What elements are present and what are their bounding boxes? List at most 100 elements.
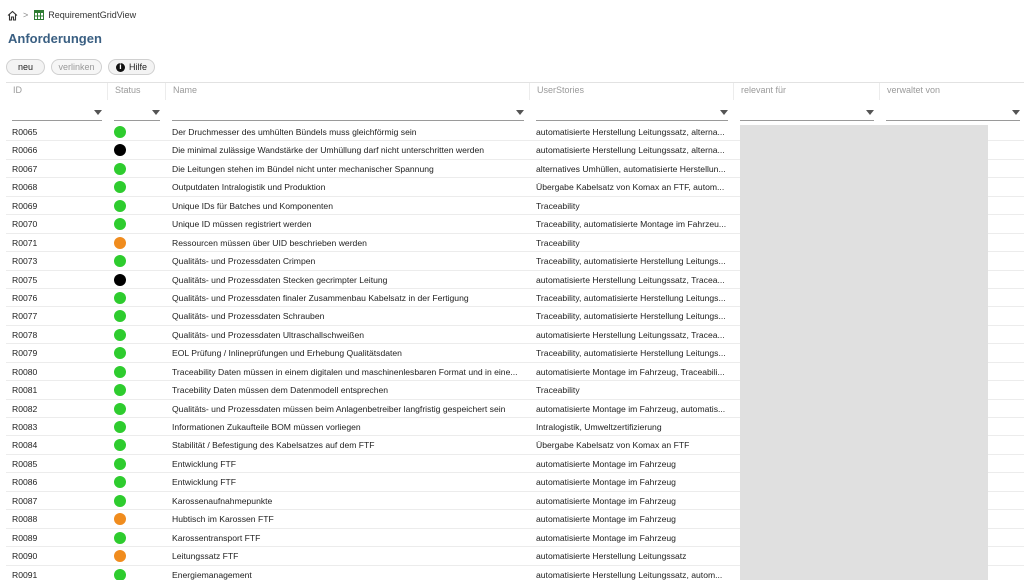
- info-icon: i: [116, 63, 125, 72]
- column-header-status[interactable]: Status: [108, 83, 166, 100]
- breadcrumb: > RequirementGridView: [7, 8, 136, 22]
- filter-id[interactable]: [12, 104, 102, 121]
- cell-userstories: Traceability: [536, 234, 730, 252]
- cell-id: R0069: [12, 197, 102, 215]
- cell-name: Entwicklung FTF: [172, 473, 524, 491]
- cell-id: R0083: [12, 418, 102, 436]
- status-dot-icon: [114, 513, 126, 525]
- cell-name: Die Leitungen stehen im Bündel nicht unt…: [172, 160, 524, 178]
- cell-name: Traceability Daten müssen in einem digit…: [172, 363, 524, 381]
- page-title: Anforderungen: [8, 31, 102, 46]
- cell-id: R0078: [12, 326, 102, 344]
- cell-id: R0073: [12, 252, 102, 270]
- requirements-grid: ID Status Name UserStories relevant für …: [6, 82, 1024, 580]
- status-dot-icon: [114, 237, 126, 249]
- cell-id: R0075: [12, 271, 102, 289]
- cell-name: Der Druchmesser des umhülten Bündels mus…: [172, 123, 524, 141]
- cell-id: R0087: [12, 492, 102, 510]
- cell-userstories: automatisierte Montage im Fahrzeug: [536, 492, 730, 510]
- help-button-label: Hilfe: [129, 62, 147, 72]
- cell-name: Unique ID müssen registriert werden: [172, 215, 524, 233]
- cell-name: Stabilität / Befestigung des Kabelsatzes…: [172, 436, 524, 454]
- cell-userstories: automatisierte Herstellung Leitungssatz: [536, 547, 730, 565]
- cell-name: Hubtisch im Karossen FTF: [172, 510, 524, 528]
- cell-id: R0066: [12, 141, 102, 159]
- toolbar: neu verlinken i Hilfe: [6, 59, 155, 75]
- cell-userstories: automatisierte Montage im Fahrzeug, Trac…: [536, 363, 730, 381]
- status-dot-icon: [114, 200, 126, 212]
- cell-userstories: automatisierte Herstellung Leitungssatz,…: [536, 326, 730, 344]
- cell-name: Energiemanagement: [172, 566, 524, 580]
- cell-userstories: automatisierte Montage im Fahrzeug: [536, 473, 730, 491]
- breadcrumb-separator: >: [23, 10, 28, 20]
- column-header-id[interactable]: ID: [6, 83, 108, 100]
- cell-id: R0079: [12, 344, 102, 362]
- cell-userstories: automatisierte Montage im Fahrzeug, auto…: [536, 400, 730, 418]
- status-dot-icon: [114, 403, 126, 415]
- cell-userstories: Traceability, automatisierte Montage im …: [536, 215, 730, 233]
- cell-userstories: Traceability, automatisierte Herstellung…: [536, 289, 730, 307]
- filter-verwaltet-von[interactable]: [886, 104, 1020, 121]
- cell-id: R0084: [12, 436, 102, 454]
- filter-status[interactable]: [114, 104, 160, 121]
- cell-name: Die minimal zulässige Wandstärke der Umh…: [172, 141, 524, 159]
- status-dot-icon: [114, 218, 126, 230]
- cell-name: Qualitäts- und Prozessdaten Crimpen: [172, 252, 524, 270]
- cell-userstories: Traceability, automatisierte Herstellung…: [536, 252, 730, 270]
- filter-name[interactable]: [172, 104, 524, 121]
- cell-userstories: automatisierte Montage im Fahrzeug: [536, 529, 730, 547]
- cell-name: Qualitäts- und Prozessdaten finaler Zusa…: [172, 289, 524, 307]
- dropdown-arrow-icon[interactable]: [516, 110, 524, 115]
- cell-userstories: automatisierte Montage im Fahrzeug: [536, 455, 730, 473]
- status-dot-icon: [114, 310, 126, 322]
- cell-name: Outputdaten Intralogistik und Produktion: [172, 178, 524, 196]
- cell-name: Qualitäts- und Prozessdaten Schrauben: [172, 307, 524, 325]
- cell-name: Karossenaufnahmepunkte: [172, 492, 524, 510]
- cell-userstories: Intralogistik, Umweltzertifizierung: [536, 418, 730, 436]
- cell-userstories: Traceability: [536, 381, 730, 399]
- new-button-label: neu: [18, 62, 33, 72]
- cell-id: R0091: [12, 566, 102, 580]
- link-button-label: verlinken: [58, 62, 94, 72]
- dropdown-arrow-icon[interactable]: [720, 110, 728, 115]
- cell-id: R0090: [12, 547, 102, 565]
- dropdown-arrow-icon[interactable]: [94, 110, 102, 115]
- status-dot-icon: [114, 421, 126, 433]
- cell-name: Leitungssatz FTF: [172, 547, 524, 565]
- column-header-relevant-fuer[interactable]: relevant für: [734, 83, 880, 100]
- column-header-userstories[interactable]: UserStories: [530, 83, 734, 100]
- cell-name: Informationen Zukaufteile BOM müssen vor…: [172, 418, 524, 436]
- cell-id: R0089: [12, 529, 102, 547]
- cell-userstories: automatisierte Herstellung Leitungssatz,…: [536, 566, 730, 580]
- cell-name: EOL Prüfung / Inlineprüfungen und Erhebu…: [172, 344, 524, 362]
- cell-userstories: automatisierte Herstellung Leitungssatz,…: [536, 141, 730, 159]
- column-header-verwaltet-von[interactable]: verwaltet von: [880, 83, 1024, 100]
- filter-relevant-fuer[interactable]: [740, 104, 874, 121]
- cell-id: R0077: [12, 307, 102, 325]
- cell-id: R0085: [12, 455, 102, 473]
- relevant-column-placeholder: [740, 125, 988, 580]
- dropdown-arrow-icon[interactable]: [152, 110, 160, 115]
- help-button[interactable]: i Hilfe: [108, 59, 155, 75]
- link-button[interactable]: verlinken: [51, 59, 102, 75]
- status-dot-icon: [114, 550, 126, 562]
- status-dot-icon: [114, 292, 126, 304]
- status-dot-icon: [114, 458, 126, 470]
- new-button[interactable]: neu: [6, 59, 45, 75]
- cell-userstories: Übergabe Kabelsatz von Komax an FTF: [536, 436, 730, 454]
- dropdown-arrow-icon[interactable]: [1012, 110, 1020, 115]
- home-icon[interactable]: [7, 10, 18, 21]
- cell-userstories: alternatives Umhüllen, automatisierte He…: [536, 160, 730, 178]
- status-dot-icon: [114, 329, 126, 341]
- cell-id: R0082: [12, 400, 102, 418]
- cell-userstories: Traceability: [536, 197, 730, 215]
- cell-id: R0076: [12, 289, 102, 307]
- status-dot-icon: [114, 163, 126, 175]
- column-header-name[interactable]: Name: [166, 83, 530, 100]
- cell-userstories: Traceability, automatisierte Herstellung…: [536, 344, 730, 362]
- breadcrumb-view-name[interactable]: RequirementGridView: [48, 10, 136, 20]
- dropdown-arrow-icon[interactable]: [866, 110, 874, 115]
- filter-userstories[interactable]: [536, 104, 728, 121]
- status-dot-icon: [114, 274, 126, 286]
- status-dot-icon: [114, 181, 126, 193]
